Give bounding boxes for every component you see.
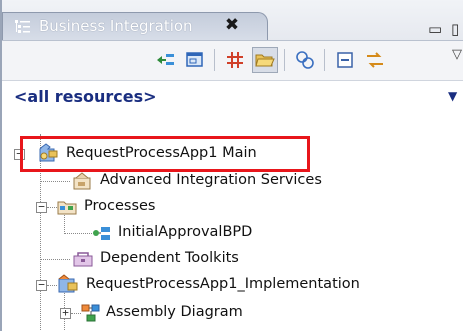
bpd-icon [92, 224, 112, 242]
tree-node-label: RequestProcessApp1_Implementation [86, 276, 360, 292]
view-title: Business Integration [39, 17, 193, 35]
link-with-editor-icon[interactable] [152, 47, 178, 73]
business-integration-icon [15, 19, 31, 33]
view-menu-icon[interactable]: ▽ [452, 47, 462, 62]
tree-guide-line [40, 181, 70, 183]
chevron-down-icon[interactable]: ▼ [448, 89, 457, 103]
tree-guide-line [64, 233, 92, 235]
tree-node-label: InitialApprovalBPD [118, 224, 253, 240]
assembly-diagram-icon [80, 302, 102, 324]
tree-node-label: Assembly Diagram [106, 304, 243, 320]
toolkits-icon [72, 248, 94, 270]
view-toolbar: ▽ [2, 41, 463, 81]
close-icon[interactable]: ✖ [223, 16, 241, 34]
collapse-toggle-icon[interactable]: − [36, 201, 47, 213]
toolbar-separator [214, 49, 215, 71]
processes-folder-icon [56, 196, 78, 218]
toolbar-separator [284, 49, 285, 71]
sync-icon[interactable] [362, 47, 388, 73]
tree-guide-line [40, 259, 70, 261]
business-integration-view: Business Integration ✖ ▭ ▯ ▽ <all resour… [0, 0, 463, 331]
implementation-module-icon [56, 273, 80, 297]
collapse-all-icon[interactable] [332, 47, 358, 73]
expand-toggle-icon[interactable]: + [60, 307, 71, 319]
resource-filter[interactable]: <all resources> ▼ [2, 81, 463, 111]
collapse-toggle-icon[interactable]: − [36, 279, 47, 291]
toolbar-separator [324, 49, 325, 71]
tree-node-label: Processes [84, 198, 156, 214]
tree-node-label: Advanced Integration Services [100, 172, 322, 188]
minimize-maximize-icon[interactable]: ▭ ▯ [428, 20, 461, 38]
integration-services-icon [72, 170, 94, 192]
highlight-box [20, 136, 310, 172]
business-integration-tab[interactable]: Business Integration ✖ [2, 12, 268, 40]
show-grid-icon[interactable] [222, 47, 248, 73]
tree-node-label: Dependent Toolkits [100, 250, 239, 266]
open-folder-icon[interactable] [252, 47, 278, 73]
view-tab-bar: Business Integration ✖ ▭ ▯ [2, 0, 463, 41]
refresh-icon[interactable] [292, 47, 318, 73]
new-artifact-icon[interactable] [182, 47, 208, 73]
filter-label: <all resources> [14, 87, 157, 106]
